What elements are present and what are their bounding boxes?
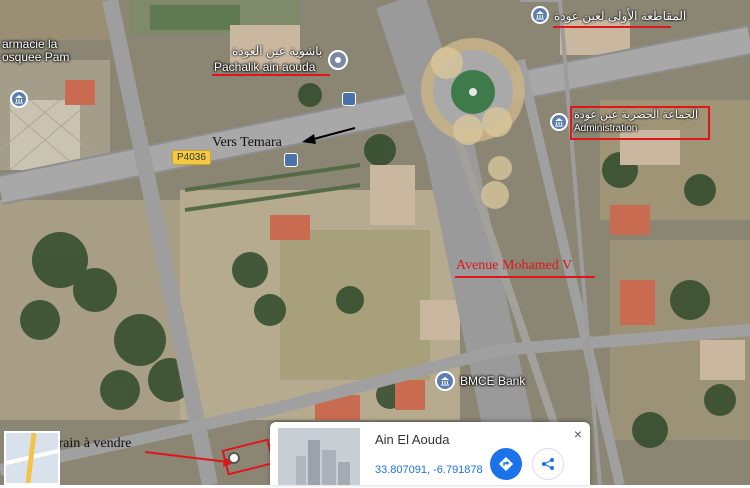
- layers-thumbnail[interactable]: [4, 431, 60, 485]
- museum-icon[interactable]: [531, 6, 549, 24]
- museum-icon[interactable]: [10, 90, 28, 108]
- commune-arabic-label[interactable]: الجماعة الحضرية عين عودة: [574, 108, 698, 121]
- road-number-badge: P4036: [172, 150, 211, 165]
- place-photo-thumbnail[interactable]: [278, 428, 360, 485]
- poi-label-pharmacie[interactable]: armacie la osquee Pam: [2, 38, 69, 64]
- museum-icon[interactable]: [550, 113, 568, 131]
- place-info-card[interactable]: Ain El Aouda 33.807091, -6.791878 ×: [270, 422, 590, 485]
- place-marker-icon[interactable]: [328, 50, 348, 70]
- moukataa-arabic-label[interactable]: المقاطعة الأولى لعين عودة: [554, 9, 686, 23]
- bus-stop-icon[interactable]: [284, 153, 298, 167]
- commune-admin-label[interactable]: Administration: [574, 123, 637, 134]
- avenue-mohamed-v-annotation: Avenue Mohamed V: [456, 258, 573, 273]
- share-icon: [542, 458, 554, 470]
- vers-temara-annotation: Vers Temara: [212, 135, 282, 150]
- moukataa-underline: [553, 26, 671, 28]
- satellite-map[interactable]: [0, 0, 750, 485]
- pachalik-label[interactable]: Pachalik ain aouda: [214, 60, 315, 74]
- bmce-bank-label[interactable]: BMCE Bank: [460, 374, 525, 388]
- close-icon[interactable]: ×: [574, 426, 582, 442]
- bus-stop-icon[interactable]: [342, 92, 356, 106]
- avenue-underline: [455, 276, 595, 278]
- dropped-pin-icon[interactable]: [228, 452, 240, 464]
- place-coordinates[interactable]: 33.807091, -6.791878: [375, 464, 483, 476]
- pachalik-underline: [212, 74, 330, 76]
- directions-icon: [498, 456, 514, 472]
- place-title: Ain El Aouda: [375, 432, 450, 447]
- pachalik-arabic-label: باشوية عين العودة: [232, 44, 323, 58]
- directions-button[interactable]: [490, 448, 522, 480]
- pharmacie-line-2: osquee Pam: [2, 50, 70, 64]
- share-button[interactable]: [532, 448, 564, 480]
- bank-icon[interactable]: [435, 371, 455, 391]
